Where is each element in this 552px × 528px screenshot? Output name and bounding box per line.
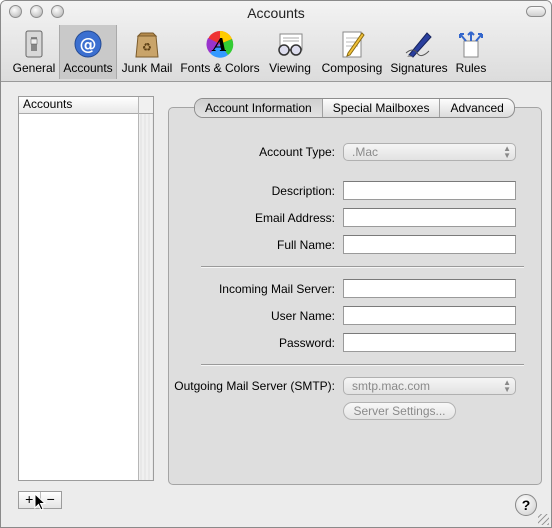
accounts-list[interactable]: Accounts [18, 96, 154, 481]
pencil-paper-icon [342, 31, 365, 58]
toolbar-composing[interactable]: Composing [317, 25, 387, 79]
accounts-list-header[interactable]: Accounts [19, 97, 153, 114]
glasses-icon [278, 33, 303, 56]
server-settings-button[interactable]: Server Settings... [343, 402, 456, 420]
window-title: Accounts [247, 5, 305, 21]
tab-account-information[interactable]: Account Information [195, 99, 322, 117]
svg-text:@: @ [80, 35, 97, 55]
tab-special-mailboxes[interactable]: Special Mailboxes [321, 99, 440, 117]
toolbar-label-general: General [12, 61, 56, 75]
account-tabs: Account Information Special Mailboxes Ad… [194, 98, 515, 118]
resize-grip[interactable] [538, 514, 549, 525]
email-address-field[interactable] [343, 208, 516, 227]
toolbar-label-rules: Rules [455, 61, 487, 75]
tab-advanced[interactable]: Advanced [439, 99, 513, 117]
switch-icon [25, 30, 43, 58]
full-name-field[interactable] [343, 235, 516, 254]
toolbar-label-composing: Composing [321, 61, 383, 75]
at-sign-icon: @ [74, 30, 102, 58]
toolbar-fonts-colors[interactable]: A Fonts & Colors [177, 25, 263, 79]
fountain-pen-icon [405, 32, 432, 58]
email-address-label: Email Address: [254, 211, 335, 225]
svg-text:A: A [211, 35, 227, 56]
smtp-server-value: smtp.mac.com [352, 379, 431, 393]
scrollbar-corner [139, 97, 153, 114]
toolbar-label-signatures: Signatures [390, 61, 448, 75]
smtp-label: Outgoing Mail Server (SMTP): [174, 379, 335, 393]
help-button[interactable]: ? [515, 494, 537, 516]
description-label: Description: [271, 184, 335, 198]
toolbar-viewing[interactable]: Viewing [263, 25, 317, 79]
user-name-label: User Name: [270, 309, 335, 323]
toolbar-signatures[interactable]: Signatures [387, 25, 451, 79]
mouse-pointer-icon [34, 493, 47, 511]
toolbar-accounts[interactable]: @ Accounts [59, 25, 117, 79]
rules-arrows-icon [459, 31, 483, 58]
popup-arrows-icon: ▲ ▼ [503, 144, 511, 160]
user-name-field[interactable] [343, 306, 516, 325]
description-field[interactable] [343, 181, 516, 200]
toolbar-rules[interactable]: Rules [451, 25, 491, 79]
password-field[interactable] [343, 333, 516, 352]
toolbar-label-accounts: Accounts [63, 61, 113, 75]
account-type-value: .Mac [352, 145, 379, 159]
preferences-toolbar: General @ Accounts ♻ Junk Mail A Fonts &… [9, 25, 491, 79]
font-color-wheel-icon: A [206, 31, 234, 58]
popup-arrows-icon: ▲ ▼ [503, 378, 511, 394]
section-divider [201, 364, 524, 366]
section-divider [201, 266, 524, 268]
incoming-server-field[interactable] [343, 279, 516, 298]
toolbar-label-junk-mail: Junk Mail [121, 61, 173, 75]
full-name-label: Full Name: [276, 238, 335, 252]
accounts-list-scrollbar[interactable] [138, 97, 153, 480]
toolbar-junk-mail[interactable]: ♻ Junk Mail [117, 25, 177, 79]
svg-text:♻: ♻ [142, 41, 152, 54]
account-type-label: Account Type: [259, 145, 335, 159]
account-type-popup[interactable]: .Mac ▲ ▼ [343, 143, 516, 161]
toolbar-general[interactable]: General [9, 25, 59, 79]
password-label: Password: [278, 336, 335, 350]
toolbar-label-viewing: Viewing [269, 61, 311, 75]
incoming-server-label: Incoming Mail Server: [218, 282, 335, 296]
accounts-column-header: Accounts [23, 97, 73, 111]
recycle-bag-icon: ♻ [135, 32, 159, 58]
title-toolbar-area: Accounts General @ Accounts ♻ Junk Mail … [1, 1, 551, 82]
toolbar-label-fonts-colors: Fonts & Colors [180, 61, 260, 75]
smtp-server-popup[interactable]: smtp.mac.com ▲ ▼ [343, 377, 516, 395]
toolbar-toggle-button[interactable] [526, 6, 546, 17]
preferences-window: Accounts General @ Accounts ♻ Junk Mail … [0, 0, 552, 528]
